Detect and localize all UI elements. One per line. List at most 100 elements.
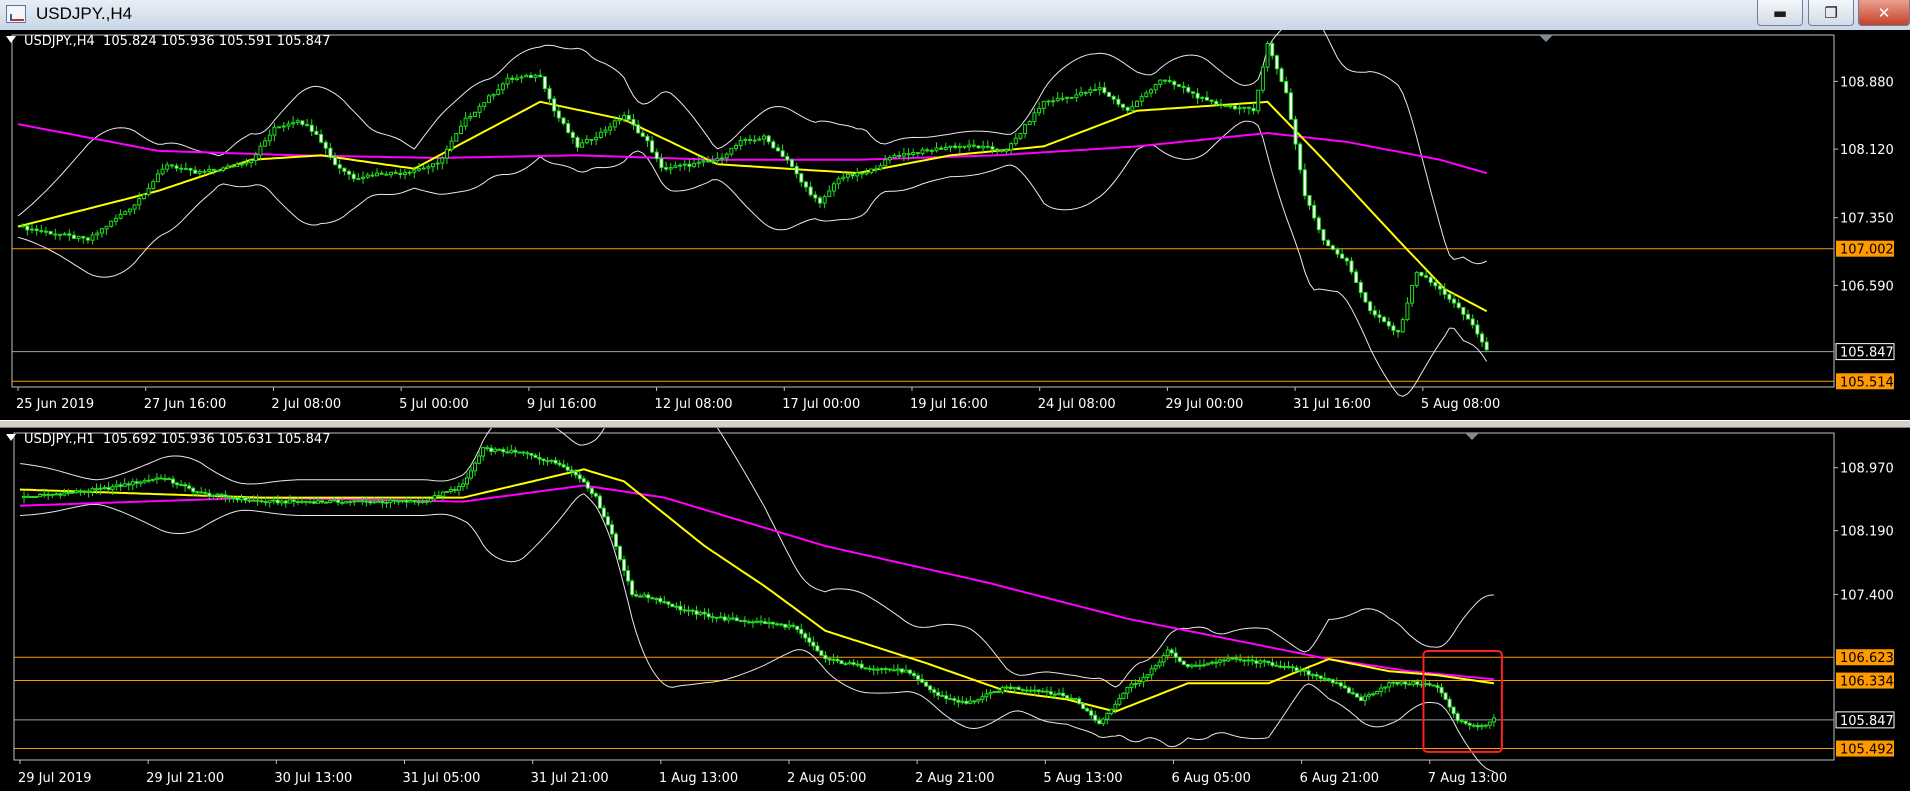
candle-body <box>1144 92 1149 98</box>
dropdown-triangle-icon[interactable] <box>6 434 16 441</box>
candle-body <box>1137 681 1142 685</box>
candle-body <box>1371 693 1376 696</box>
candle-body <box>141 194 146 200</box>
chart-shift-marker-icon[interactable] <box>1465 433 1479 440</box>
candle-body <box>142 479 147 483</box>
candle-body <box>701 160 706 163</box>
candle-body <box>71 234 76 239</box>
candle-body <box>794 165 799 175</box>
candle-body <box>729 147 734 155</box>
candle-body <box>440 157 445 164</box>
candles-group <box>20 41 1489 353</box>
candle-body <box>1435 685 1440 688</box>
candle-body <box>1189 664 1194 668</box>
candle-body <box>718 616 723 619</box>
candle-body <box>1223 105 1228 108</box>
candle-body <box>984 693 989 698</box>
candle-body <box>664 167 669 170</box>
candle-body <box>193 169 198 174</box>
candle-body <box>601 507 606 518</box>
candle-body <box>1173 652 1178 658</box>
candle-body <box>207 168 212 172</box>
candle-body <box>505 451 510 454</box>
candle-body <box>553 459 558 464</box>
candle-body <box>863 667 868 670</box>
chart-header-h1: USDJPY.,H1 105.692 105.936 105.631 105.8… <box>6 432 330 447</box>
candle-body <box>698 611 703 615</box>
candle-body <box>1383 686 1388 689</box>
candle-body <box>783 623 788 628</box>
candle-body <box>1344 257 1349 262</box>
candle-body <box>785 155 790 161</box>
candle-body <box>952 698 957 701</box>
candle-body <box>501 448 506 453</box>
candle-body <box>1391 325 1396 331</box>
candle-body <box>20 225 25 228</box>
candle-body <box>581 478 586 483</box>
candle-body <box>463 117 468 127</box>
candle-body <box>303 500 308 503</box>
candle-body <box>98 487 103 490</box>
candle-body <box>1358 281 1363 294</box>
candle-body <box>1368 301 1373 312</box>
candle-body <box>295 501 300 504</box>
candle-body <box>1470 318 1475 326</box>
candle-body <box>1471 724 1476 727</box>
candle-body <box>901 153 906 157</box>
restore-button[interactable]: ❐ <box>1808 0 1854 26</box>
dropdown-triangle-icon[interactable] <box>6 36 16 43</box>
candle-body <box>957 145 962 149</box>
candle-body <box>179 484 184 487</box>
candle-body <box>940 694 945 697</box>
chart-panel-h4[interactable]: 107.002 105.514 105.847 108.880 108.120 107.3… <box>0 30 1910 420</box>
candle-body <box>1237 107 1242 110</box>
candle-body <box>1169 649 1174 654</box>
candle-body <box>243 497 248 501</box>
candle-body <box>907 669 912 674</box>
chart-h1-svg[interactable]: 106.623 106.334 105.492 105.847 108.970 108.1… <box>0 428 1910 791</box>
candle-body <box>38 494 43 498</box>
panel-divider[interactable] <box>0 420 1910 428</box>
candle-body <box>197 170 202 174</box>
candle-body <box>1036 689 1041 692</box>
chart-panel-h1[interactable]: 106.623 106.334 105.492 105.847 108.970 108.1… <box>0 428 1910 791</box>
candle-body <box>130 481 135 486</box>
candle-body <box>650 597 655 600</box>
chart-header-text: USDJPY.,H1 105.692 105.936 105.631 105.8… <box>24 432 331 447</box>
candle-body <box>1302 169 1307 197</box>
current-price-label: 105.847 <box>1840 714 1894 729</box>
window-titlebar[interactable]: USDJPY.,H4 ▬ ❐ ✕ <box>0 0 1910 31</box>
highlight-rectangle[interactable] <box>1422 650 1503 753</box>
candle-body <box>348 501 353 504</box>
chart-shift-marker-icon[interactable] <box>1539 35 1553 42</box>
candle-body <box>634 594 639 597</box>
candle-body <box>1310 674 1315 677</box>
candle-body <box>263 501 268 504</box>
candle-body <box>706 160 711 163</box>
close-button[interactable]: ✕ <box>1858 0 1910 26</box>
x-axis-tick-label: 2 Jul 08:00 <box>271 397 341 412</box>
candle-body <box>692 162 697 167</box>
candle-body <box>817 197 822 204</box>
candle-body <box>841 176 846 180</box>
candle-body <box>1024 689 1029 692</box>
minimize-button[interactable]: ▬ <box>1757 0 1803 26</box>
candle-body <box>376 500 381 503</box>
candle-body <box>493 448 498 452</box>
candle-body <box>743 138 748 142</box>
candle-body <box>864 171 869 175</box>
x-axis-tick-label: 6 Aug 21:00 <box>1300 771 1379 786</box>
candle-body <box>426 166 431 169</box>
candle-body <box>724 153 729 159</box>
chart-h4-svg[interactable]: 107.002 105.514 105.847 108.880 108.120 107.3… <box>0 30 1910 420</box>
candle-body <box>1326 239 1331 247</box>
candle-body <box>30 496 35 499</box>
candle-body <box>277 126 282 129</box>
candle-body <box>1479 725 1484 728</box>
candle-body <box>275 499 280 504</box>
candle-body <box>424 500 429 503</box>
candle-body <box>505 77 510 85</box>
candle-body <box>53 233 58 236</box>
candle-body <box>1008 686 1013 690</box>
candle-body <box>990 146 995 150</box>
